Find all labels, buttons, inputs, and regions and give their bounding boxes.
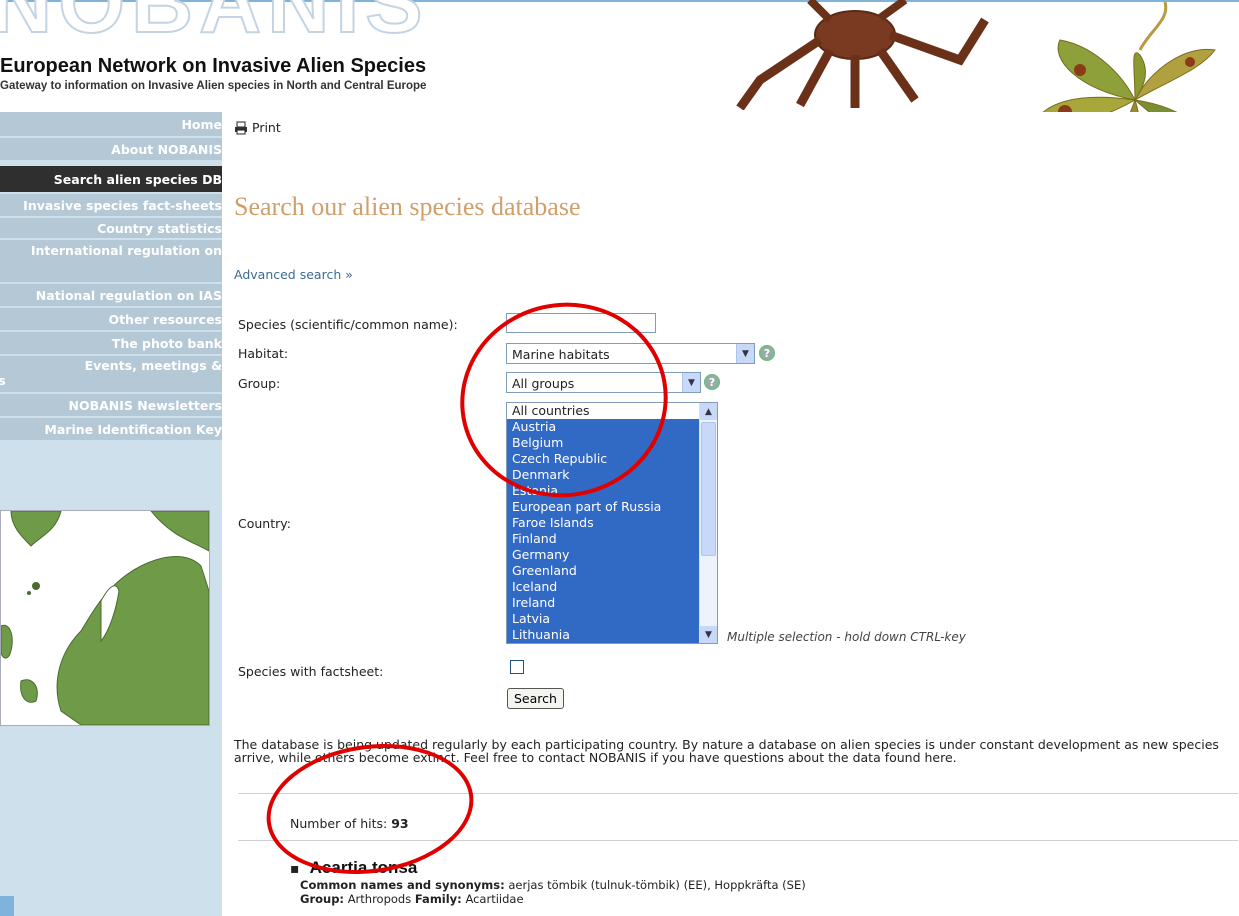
factsheet-checkbox[interactable] (510, 660, 524, 674)
group-field-label: Group: (300, 892, 345, 906)
divider (238, 793, 1238, 794)
sidebar-item-other-resources[interactable]: Other resources (0, 308, 222, 330)
group-help-icon[interactable]: ? (704, 374, 720, 390)
country-option[interactable]: Austria (507, 419, 700, 435)
habitat-select[interactable]: Marine habitats ▼ (506, 343, 755, 364)
leaf-image (1042, 1, 1216, 112)
result-species-link[interactable]: Acartia tonsa (310, 858, 418, 877)
country-option[interactable]: Germany (507, 547, 700, 563)
country-options: All countries Austria Belgium Czech Republi… (507, 403, 717, 643)
sidebar-item-search-db[interactable]: Search alien species DB (0, 166, 222, 192)
country-listbox[interactable]: All countries Austria Belgium Czech Republi… (506, 402, 718, 644)
multi-select-hint: Multiple selection - hold down CTRL-key (727, 630, 966, 644)
country-option[interactable]: Czech Republic (507, 451, 700, 467)
page-title: Search our alien species database (234, 192, 581, 221)
listbox-scrollbar[interactable]: ▲ ▼ (699, 403, 717, 643)
chevron-down-icon[interactable]: ▼ (682, 373, 700, 392)
sidebar: Home About NOBANIS Search alien species … (0, 112, 222, 916)
printer-icon (235, 121, 247, 134)
country-label: Country: (238, 516, 291, 531)
scroll-down-icon[interactable]: ▼ (700, 626, 717, 643)
country-option[interactable]: European part of Russia (507, 499, 700, 515)
group-field-value: Arthropods (347, 892, 412, 906)
result-taxonomy: Group: Arthropods Family: Acartiidae (290, 892, 1190, 906)
main-content: Print Search our alien species database … (234, 112, 1239, 916)
habitat-label: Habitat: (238, 346, 289, 361)
site-header: NOBANIS European Network on Invasive Ali… (0, 0, 1239, 112)
sidebar-item-country-statistics[interactable]: Country statistics (0, 218, 222, 238)
chevron-down-icon[interactable]: ▼ (736, 344, 754, 363)
sidebar-item-photo-bank[interactable]: The photo bank (0, 332, 222, 354)
print-label: Print (252, 120, 281, 135)
country-option[interactable]: Lithuania (507, 627, 700, 643)
country-option[interactable]: Estonia (507, 483, 700, 499)
scrollbar-thumb[interactable] (701, 422, 716, 556)
country-option[interactable]: All countries (507, 403, 717, 419)
hits-number: 93 (391, 816, 409, 831)
crab-image (736, 0, 989, 110)
common-names-value: aerjas tömbik (tulnuk-tömbik) (EE), Hopp… (508, 878, 806, 892)
sidebar-item-newsletters[interactable]: NOBANIS Newsletters (0, 394, 222, 416)
habitat-help-icon[interactable]: ? (759, 345, 775, 361)
sidebar-item-home[interactable]: Home (0, 112, 222, 136)
country-option[interactable]: Denmark (507, 467, 700, 483)
advanced-search-link[interactable]: Advanced search » (234, 267, 353, 282)
disclaimer-text: The database is being updated regularly … (234, 737, 1219, 765)
bullet-icon: ▪ (290, 861, 300, 877)
group-selected-value: All groups (512, 376, 575, 391)
sidebar-item-marine-key[interactable]: Marine Identification Key (0, 418, 222, 440)
habitat-selected-value: Marine habitats (512, 347, 610, 362)
result-common-names: Common names and synonyms: aerjas tömbik… (290, 878, 1190, 892)
group-select[interactable]: All groups ▼ (506, 372, 701, 393)
scroll-up-icon[interactable]: ▲ (700, 403, 717, 420)
sidebar-item-events[interactable]: Events, meetings & conferences (0, 356, 222, 392)
species-label: Species (scientific/common name): (238, 317, 458, 332)
sidebar-item-international-regulation[interactable]: International regulation on (0, 240, 222, 282)
country-option[interactable]: Finland (507, 531, 700, 547)
country-option[interactable]: Iceland (507, 579, 700, 595)
europe-map[interactable] (0, 510, 210, 726)
sidebar-item-national-regulation[interactable]: National regulation on IAS (0, 284, 222, 306)
common-names-label: Common names and synonyms: (300, 878, 505, 892)
hits-label: Number of hits: (290, 816, 388, 831)
site-logo[interactable]: NOBANIS (0, 0, 429, 53)
site-subtitle: Gateway to information on Invasive Alien… (0, 80, 427, 92)
sidebar-item-fact-sheets[interactable]: Invasive species fact-sheets (0, 194, 222, 216)
hits-count: Number of hits: 93 (290, 816, 409, 831)
factsheet-label: Species with factsheet: (238, 664, 384, 679)
country-option[interactable]: Belgium (507, 435, 700, 451)
family-field-value: Acartiidae (465, 892, 524, 906)
group-label: Group: (238, 376, 281, 391)
country-option[interactable]: Ireland (507, 595, 700, 611)
divider (238, 840, 1238, 841)
left-edge-bar (0, 896, 14, 916)
site-title: European Network on Invasive Alien Speci… (0, 55, 427, 77)
family-field-label: Family: (414, 892, 462, 906)
sidebar-item-about[interactable]: About NOBANIS (0, 138, 222, 160)
print-link[interactable]: Print (234, 120, 281, 135)
search-button[interactable]: Search (507, 688, 564, 709)
species-input[interactable] (506, 313, 656, 333)
country-option[interactable]: Latvia (507, 611, 700, 627)
country-option[interactable]: Greenland (507, 563, 700, 579)
country-option[interactable]: Faroe Islands (507, 515, 700, 531)
result-item: ▪ Acartia tonsa Common names and synonym… (290, 858, 1190, 906)
